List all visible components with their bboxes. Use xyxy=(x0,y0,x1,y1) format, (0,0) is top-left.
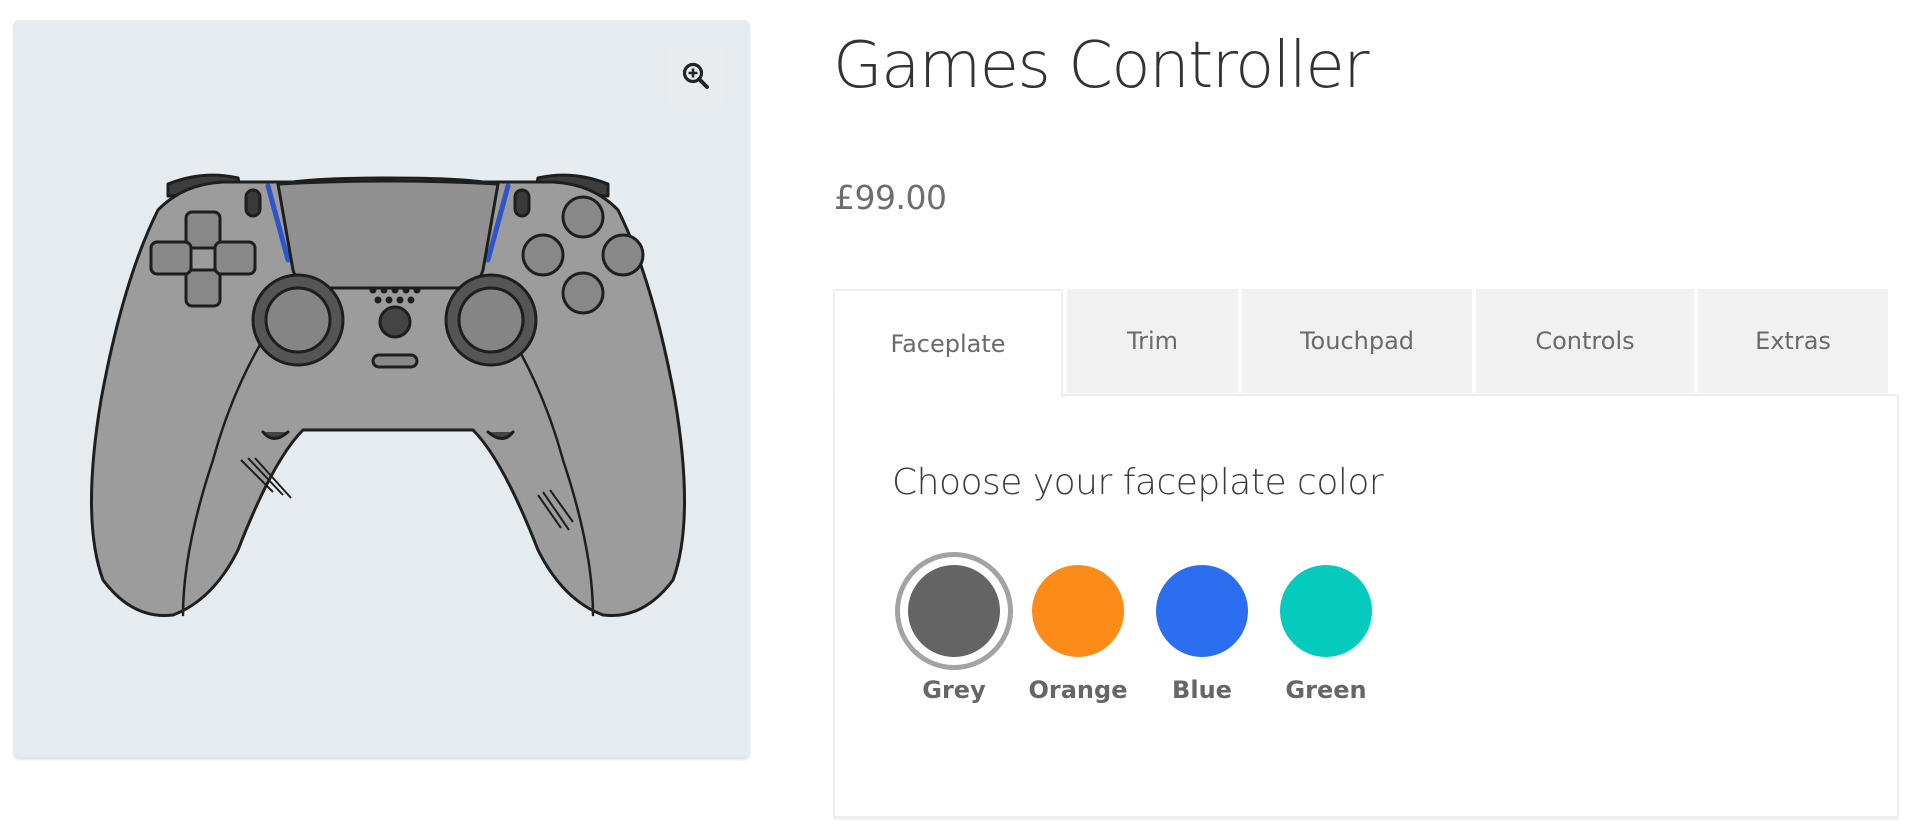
panel-heading: Choose your faceplate color xyxy=(892,462,1384,503)
color-swatches: Grey Orange Blue Green xyxy=(892,552,1388,704)
swatch-grey[interactable]: Grey xyxy=(892,552,1016,704)
tab-label: Trim xyxy=(1126,327,1179,355)
product-image[interactable] xyxy=(73,170,703,630)
swatch-color xyxy=(1032,565,1124,657)
product-title: Games Controller xyxy=(833,29,1370,103)
swatch-green[interactable]: Green xyxy=(1264,552,1388,704)
customization-tabs: Faceplate Trim Touchpad Controls Extras xyxy=(833,289,1892,397)
swatch-label: Orange xyxy=(1028,676,1128,704)
product-price: £99.00 xyxy=(834,178,947,217)
swatch-ring xyxy=(1019,552,1137,670)
zoom-in-icon xyxy=(682,62,709,89)
tab-label: Controls xyxy=(1535,327,1635,355)
tab-trim[interactable]: Trim xyxy=(1067,289,1238,393)
tab-label: Faceplate xyxy=(890,330,1006,358)
swatch-orange[interactable]: Orange xyxy=(1016,552,1140,704)
swatch-blue[interactable]: Blue xyxy=(1140,552,1264,704)
tab-faceplate[interactable]: Faceplate xyxy=(833,289,1063,397)
tab-label: Touchpad xyxy=(1299,327,1415,355)
swatch-selected-ring xyxy=(895,552,1013,670)
faceplate-panel: Choose your faceplate color Grey Orange … xyxy=(833,394,1899,818)
tab-label: Extras xyxy=(1755,327,1831,355)
swatch-color xyxy=(1156,565,1248,657)
zoom-button[interactable] xyxy=(668,48,724,104)
swatch-label: Green xyxy=(1285,676,1367,704)
tab-extras[interactable]: Extras xyxy=(1698,289,1888,393)
swatch-ring xyxy=(1267,552,1385,670)
swatch-ring xyxy=(1143,552,1261,670)
tab-controls[interactable]: Controls xyxy=(1476,289,1694,393)
swatch-color xyxy=(908,565,1000,657)
product-gallery xyxy=(13,20,750,757)
swatch-color xyxy=(1280,565,1372,657)
touchpad xyxy=(276,179,500,290)
swatch-label: Blue xyxy=(1172,676,1232,704)
tab-touchpad[interactable]: Touchpad xyxy=(1242,289,1472,393)
swatch-label: Grey xyxy=(922,676,986,704)
